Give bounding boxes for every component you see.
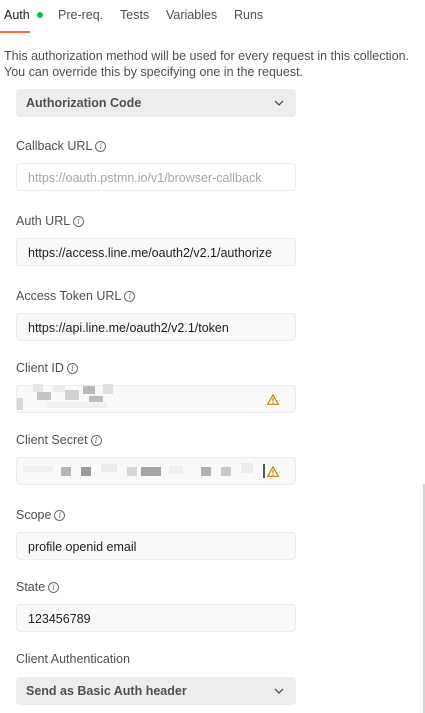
auth-description: This authorization method will be used f…	[4, 49, 410, 79]
scope-input[interactable]: profile openid email	[16, 532, 296, 560]
masked-value	[17, 458, 279, 484]
auth-url-value: https://access.line.me/oauth2/v2.1/autho…	[28, 246, 272, 260]
state-value: 123456789	[28, 612, 91, 626]
client-authentication-select[interactable]: Send as Basic Auth header	[16, 677, 296, 705]
callback-url-label-text: Callback URL	[16, 139, 93, 153]
client-secret-input[interactable]	[16, 457, 296, 485]
masked-value	[17, 384, 207, 412]
auth-configured-indicator	[37, 12, 43, 18]
info-icon[interactable]: i	[90, 435, 102, 446]
scope-label-text: Scope	[16, 508, 52, 522]
access-token-url-label: Access Token URL i	[16, 289, 136, 303]
chevron-down-icon	[274, 100, 284, 106]
access-token-url-label-text: Access Token URL	[16, 289, 122, 303]
info-icon[interactable]: i	[124, 291, 136, 302]
warning-icon	[267, 466, 279, 477]
auth-url-label: Auth URL i	[16, 214, 85, 228]
client-id-label-text: Client ID	[16, 361, 64, 375]
tab-pre-request[interactable]: Pre-req.	[58, 8, 103, 22]
client-id-label: Client ID i	[16, 361, 78, 375]
state-label-text: State	[16, 580, 46, 594]
auth-tabs: Auth Pre-req. Tests Variables Runs	[0, 0, 425, 34]
grant-type-value: Authorization Code	[26, 96, 142, 110]
info-icon[interactable]: i	[48, 582, 60, 593]
chevron-down-icon	[274, 688, 284, 694]
client-secret-label-text: Client Secret	[16, 433, 88, 447]
tab-variables[interactable]: Variables	[166, 8, 217, 22]
client-authentication-value: Send as Basic Auth header	[26, 684, 187, 698]
grant-type-select[interactable]: Authorization Code	[16, 89, 296, 117]
state-input[interactable]: 123456789	[16, 604, 296, 632]
tab-tests[interactable]: Tests	[120, 8, 149, 22]
tab-runs[interactable]: Runs	[234, 8, 263, 22]
auth-url-label-text: Auth URL	[16, 214, 71, 228]
tab-auth[interactable]: Auth	[4, 8, 30, 22]
client-id-input[interactable]	[16, 384, 296, 413]
auth-url-input[interactable]: https://access.line.me/oauth2/v2.1/autho…	[16, 238, 296, 266]
active-tab-underline	[0, 31, 30, 33]
callback-url-field[interactable]: https://oauth.pstmn.io/v1/browser-callba…	[16, 163, 296, 191]
info-icon[interactable]: i	[73, 216, 85, 227]
scope-label: Scope i	[16, 508, 66, 522]
warning-icon	[267, 394, 279, 405]
client-authentication-label: Client Authentication	[16, 652, 130, 666]
scope-value: profile openid email	[28, 540, 137, 554]
client-secret-label: Client Secret i	[16, 433, 102, 447]
callback-url-label: Callback URL i	[16, 139, 107, 153]
callback-url-value: https://oauth.pstmn.io/v1/browser-callba…	[28, 171, 262, 185]
access-token-url-value: https://api.line.me/oauth2/v2.1/token	[28, 321, 229, 335]
access-token-url-input[interactable]: https://api.line.me/oauth2/v2.1/token	[16, 313, 296, 341]
info-icon[interactable]: i	[95, 141, 107, 152]
info-icon[interactable]: i	[54, 510, 66, 521]
info-icon[interactable]: i	[66, 363, 78, 374]
state-label: State i	[16, 580, 60, 594]
